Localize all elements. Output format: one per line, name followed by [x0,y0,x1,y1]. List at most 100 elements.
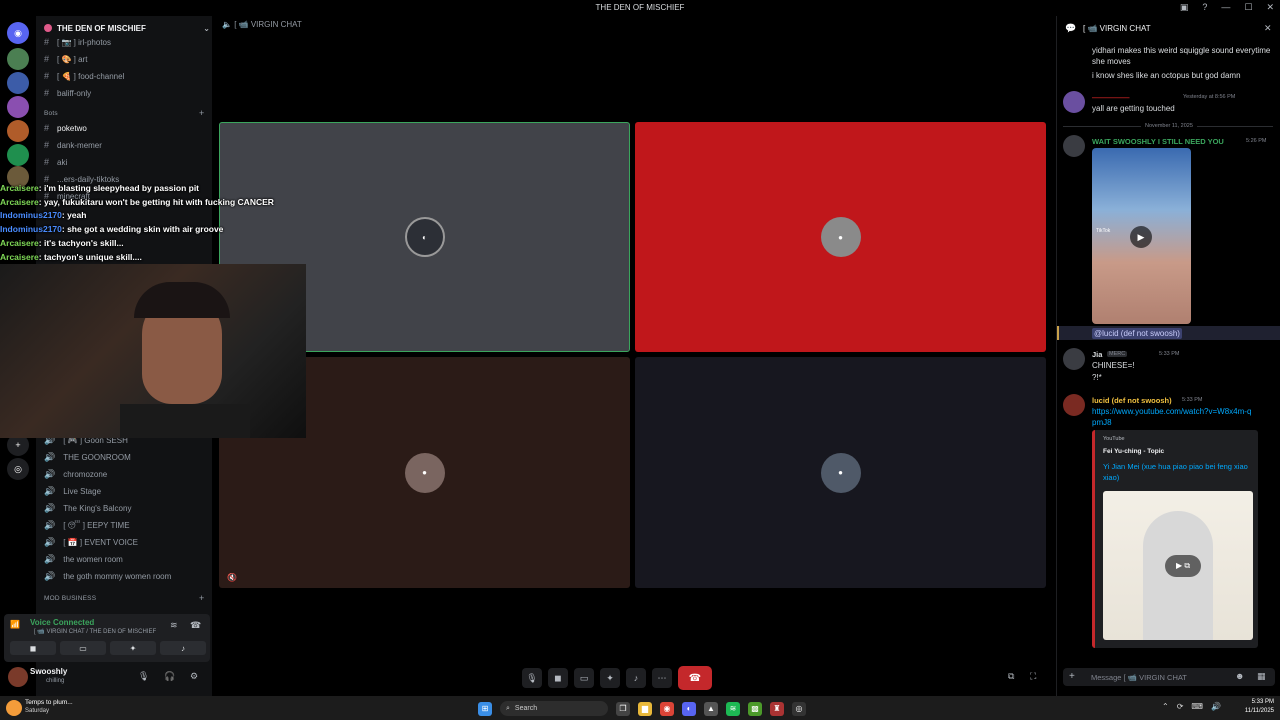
channel-item[interactable]: # baliff-only [44,86,91,100]
channel-label: aki [57,157,68,167]
channel-item[interactable]: 🔊 [ 😴 ] EEPY TIME [44,518,130,532]
add-channel-icon[interactable]: + [199,108,204,118]
voice-location[interactable]: [ 📹 VIRGIN CHAT / THE DEN OF MISCHIEF [34,628,156,635]
channel-item[interactable]: # aki [44,155,67,169]
activities-button[interactable]: ✦ [110,641,156,655]
channel-item[interactable]: # [ 🍕 ] food-channel [44,69,124,83]
gear-icon[interactable]: ⚙ [190,671,198,682]
avatar[interactable] [1063,91,1085,113]
message-author[interactable]: WAIT SWOOSHLY I STILL NEED YOU [1092,137,1224,146]
avatar[interactable] [1063,348,1085,370]
activities-button[interactable]: ✦ [600,668,620,688]
microphone-button[interactable]: 🎙 [522,668,542,688]
soundboard-button[interactable]: ♪ [626,668,646,688]
voice-channel-header: 🔈 [ 📹 VIRGIN CHAT [222,20,302,29]
chevron-up-icon[interactable]: ⌃ [1162,702,1169,711]
channel-item[interactable]: # [ 📷 ] irl-photos [44,35,111,49]
channel-item[interactable]: 🔊 the women room [44,552,123,566]
embed-author[interactable]: Fei Yu-ching - Topic [1103,448,1164,455]
camera-button[interactable]: ◼ [10,641,56,655]
server-icon[interactable] [7,120,29,142]
close-button[interactable]: ✕ [1266,2,1274,13]
close-icon[interactable]: ✕ [1264,23,1272,34]
participant-tile[interactable]: ● [635,357,1046,588]
server-header[interactable]: THE DEN OF MISCHIEF ⌄ [44,20,210,36]
channel-item[interactable]: 🔊 [ 📅 ] EVENT VOICE [44,535,138,549]
screen-share-button[interactable]: ▭ [60,641,106,655]
task-view-icon[interactable]: ❐ [616,701,630,716]
channel-item[interactable]: 🔊 Live Stage [44,484,101,498]
text-chat-panel: 💬 [ 📹 VIRGIN CHAT ✕ yidhari makes this w… [1056,16,1280,696]
popout-icon[interactable]: ⧉ [1008,671,1014,682]
add-attachment-icon[interactable]: + [1069,671,1075,682]
apps-icon[interactable]: ▦ [1257,671,1266,682]
server-icon[interactable] [7,144,29,166]
more-options-icon[interactable]: ⋯ [652,668,672,688]
channel-item[interactable]: 🔊 chromozone [44,467,107,481]
server-icon[interactable] [7,48,29,70]
add-channel-icon[interactable]: + [199,593,204,603]
video-attachment[interactable]: TikTok ▶ [1092,148,1191,324]
channel-item[interactable]: 🔊 THE GOONROOM [44,450,131,464]
hang-up-button[interactable]: ☎ [678,666,712,690]
channel-item[interactable]: # dank-memer [44,138,102,152]
date-divider-label: November 11, 2025 [1141,123,1197,129]
discover-icon[interactable]: ◎ [7,458,29,480]
app-icon[interactable]: ♜ [770,701,784,716]
youtube-embed: YouTube Fei Yu-ching - Topic Yi Jian Mei… [1092,430,1258,648]
network-icon[interactable]: ⌨ [1191,702,1203,711]
microphone-icon[interactable]: 🎙 [138,671,149,682]
user-mention[interactable]: @lucid (def not swoosh) [1092,328,1182,339]
play-icon[interactable]: ▶ [1130,226,1152,248]
clock-date[interactable]: 11/11/2025 [1236,708,1274,714]
message-input[interactable]: Message [ 📹 VIRGIN CHAT [1091,673,1187,682]
headphones-icon[interactable]: 🎧 [164,671,175,682]
app-icon[interactable]: ◎ [792,701,806,716]
embed-title[interactable]: Yi Jian Mei (xue hua piao piao bei feng … [1103,461,1253,483]
participant-tile[interactable]: ● [635,122,1046,352]
help-icon[interactable]: ? [1202,2,1207,13]
channel-item[interactable]: # [ 🎨 ] art [44,52,87,66]
noise-suppression-icon[interactable]: ≋ [170,620,178,631]
channel-item[interactable]: # poketwo [44,121,87,135]
channel-item[interactable]: 🔊 The King's Balcony [44,501,131,515]
message-author[interactable]: lucid (def not swoosh) [1092,396,1172,405]
discord-home-icon[interactable]: ◉ [7,22,29,44]
camera-button[interactable]: ◼ [548,668,568,688]
avatar[interactable] [1063,394,1085,416]
category-mod-business[interactable]: MOD BUSINESS [44,595,96,602]
discord-icon[interactable]: ◐ [682,701,696,716]
message-author[interactable]: Jia [1092,350,1102,359]
fullscreen-icon[interactable]: ⛶ [1030,671,1036,682]
avatar[interactable] [8,667,28,687]
app-icon[interactable]: ▲ [704,701,718,716]
volume-icon[interactable]: 🔊 [1211,702,1221,711]
clock-time[interactable]: 5:33 PM [1236,699,1274,705]
signal-icon[interactable]: 📶 [10,620,20,629]
message-link[interactable]: https://www.youtube.com/watch?v=W8x4m-qp… [1092,406,1252,428]
screen-share-button[interactable]: ▭ [574,668,594,688]
avatar[interactable] [1063,135,1085,157]
file-explorer-icon[interactable]: ▆ [638,701,652,716]
weather-icon[interactable] [6,700,22,716]
server-icon[interactable] [7,96,29,118]
emoji-icon[interactable]: ☻ [1235,671,1244,681]
chrome-icon[interactable]: ◉ [660,701,674,716]
minimize-button[interactable]: — [1221,2,1230,13]
spotify-icon[interactable]: ≋ [726,701,740,716]
inbox-icon[interactable]: ▣ [1180,2,1189,13]
weather-text[interactable]: Temps to plum... [25,699,73,706]
sync-icon[interactable]: ⟳ [1177,702,1184,711]
message-author[interactable]: ————— [1092,93,1130,102]
soundboard-button[interactable]: ♪ [160,641,206,655]
embed-thumbnail[interactable]: ▶ ⧉ [1103,491,1253,640]
windows-start-icon[interactable]: ⊞ [478,701,492,716]
channel-item[interactable]: 🔊 the goth mommy women room [44,569,171,583]
category-bots[interactable]: Bots [44,110,58,117]
taskbar-search[interactable]: ⌕ Search [500,701,608,716]
maximize-button[interactable]: ☐ [1244,2,1252,13]
minecraft-icon[interactable]: ▩ [748,701,762,716]
server-icon[interactable] [7,72,29,94]
play-icon[interactable]: ▶ ⧉ [1165,555,1201,577]
disconnect-icon[interactable]: ☎ [190,620,201,631]
